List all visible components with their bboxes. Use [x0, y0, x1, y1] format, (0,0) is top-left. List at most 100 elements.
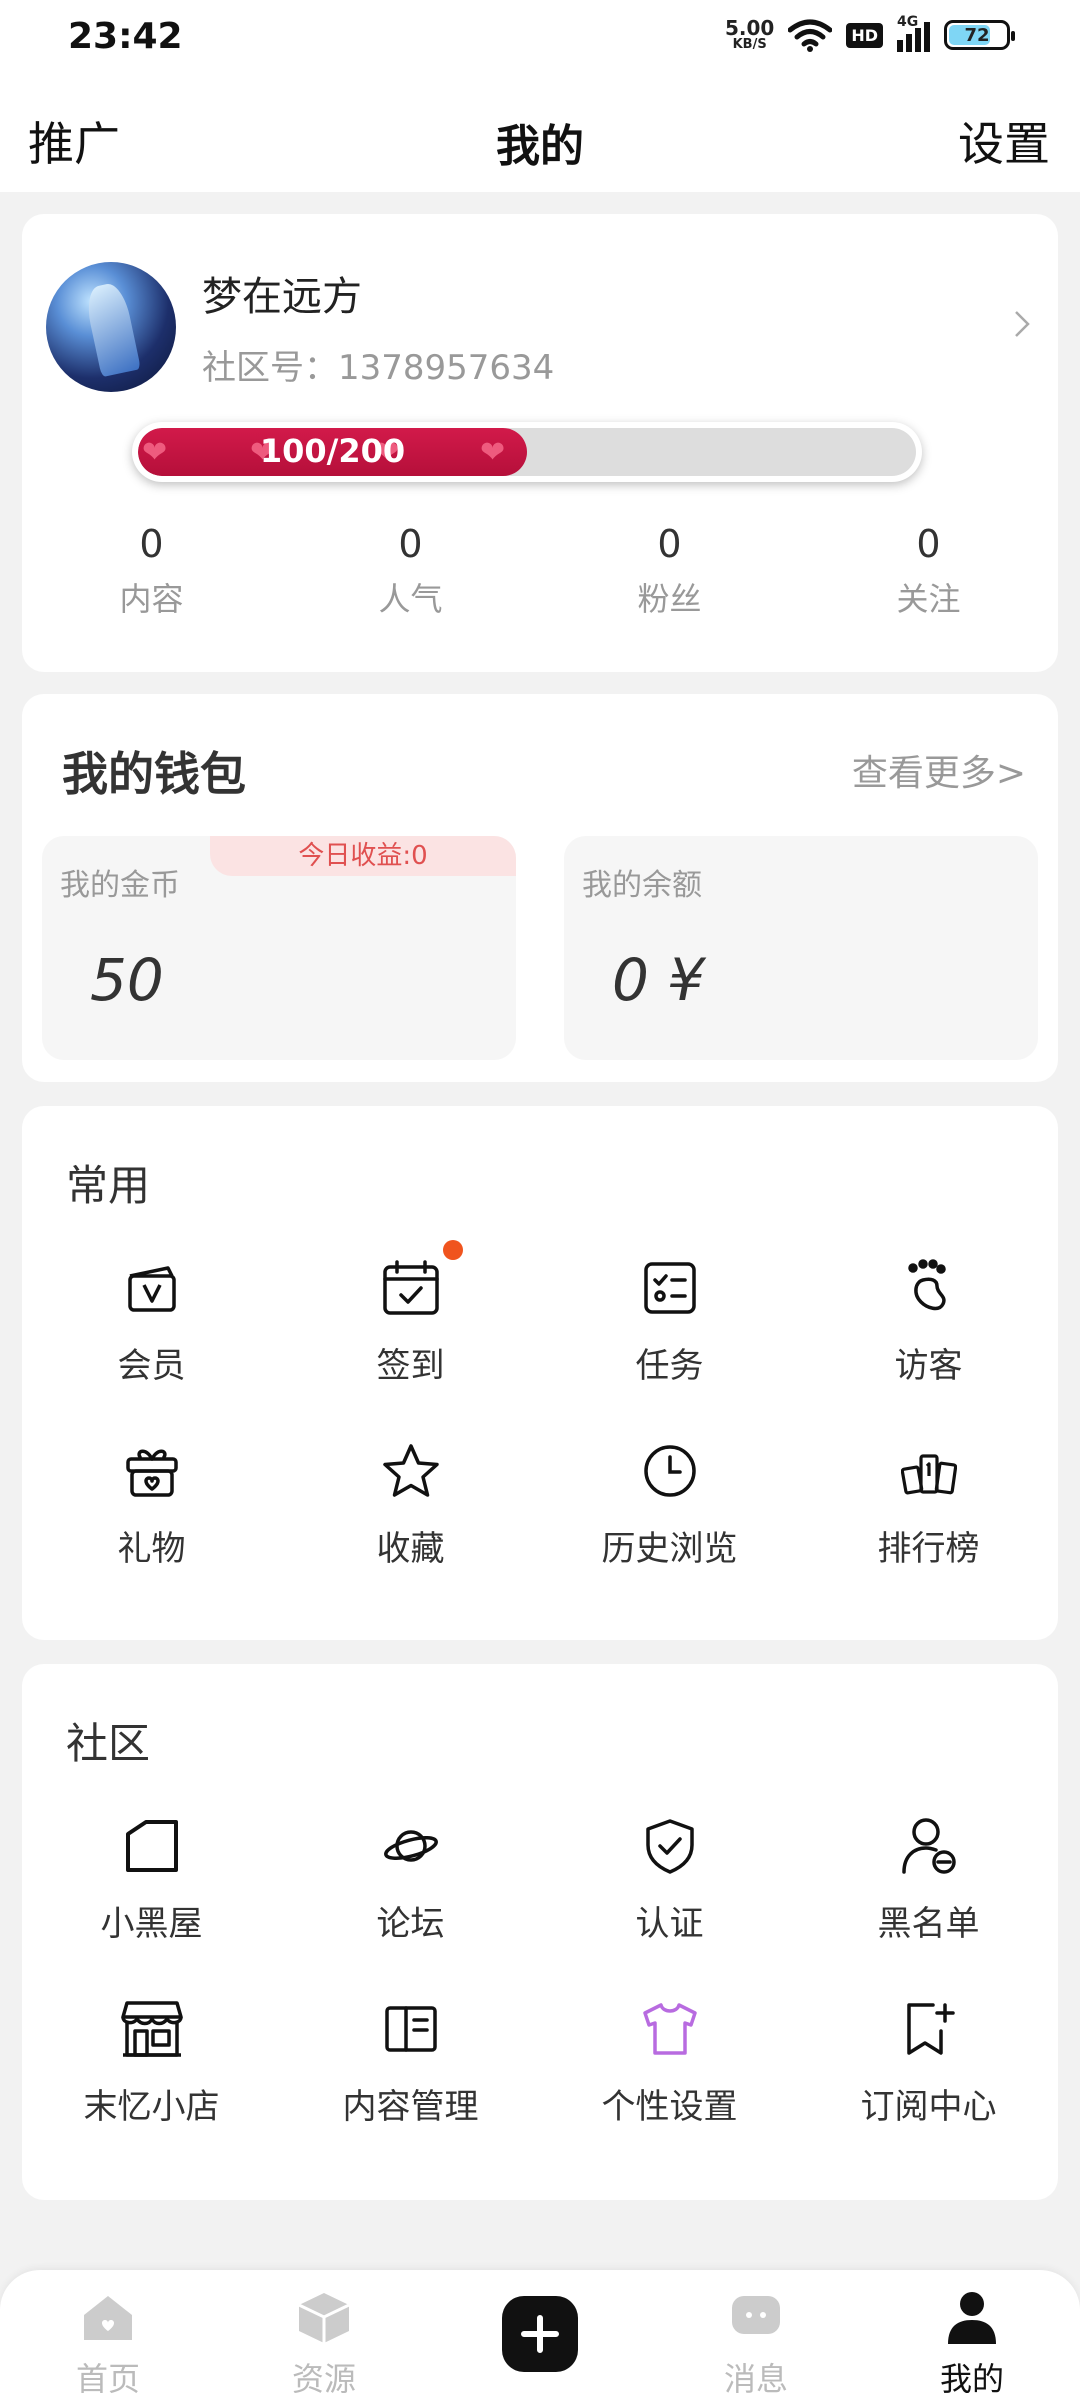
chat-icon [732, 2296, 780, 2334]
level-progress-text: 100/200 [259, 432, 406, 470]
battery-icon: 72 [944, 20, 1015, 50]
network-speed-unit: KB/S [732, 37, 767, 52]
coins-value: 50 [90, 946, 164, 1014]
stat-label: 粉丝 [637, 580, 702, 618]
grid-item-label: 任务 [635, 1346, 704, 1386]
status-bar: 23:42 5.00 KB/S HD 4G 72 [0, 0, 1080, 84]
avatar[interactable] [46, 262, 176, 392]
grid-item-label: 内容管理 [342, 2087, 479, 2127]
stat-content[interactable]: 0 内容 [22, 522, 281, 620]
status-indicators: 5.00 KB/S HD 4G 72 [725, 14, 1015, 52]
grid-item-label: 签到 [376, 1346, 445, 1386]
balance-box[interactable]: 我的余额 0 ¥ [564, 836, 1038, 1060]
grid-item-label: 末忆小店 [83, 2087, 220, 2127]
grid-item-blacklist[interactable]: 黑名单 [799, 1814, 1058, 1945]
community-id: 社区号：1378957634 [202, 348, 555, 388]
stat-popularity[interactable]: 0 人气 [281, 522, 540, 620]
shield-check-icon [645, 1819, 694, 1874]
profile-stats: 0 内容 0 人气 0 粉丝 0 关注 [22, 522, 1058, 620]
tab-label: 首页 [75, 2360, 140, 2398]
add-icon [521, 2315, 559, 2353]
grid-item-vip[interactable]: 会员 [22, 1256, 281, 1387]
bookmark-plus-icon [906, 2003, 955, 2055]
grid-item-favorites[interactable]: 收藏 [281, 1439, 540, 1570]
common-section: 常用 会员 签到 任务 访客 礼物 收藏 历史浏览 排行榜 [22, 1106, 1058, 1640]
add-button[interactable] [502, 2296, 578, 2372]
grid-item-gifts[interactable]: 礼物 [22, 1439, 281, 1570]
grid-item-blackroom[interactable]: 小黑屋 [22, 1814, 281, 1945]
grid-item-history[interactable]: 历史浏览 [540, 1439, 799, 1570]
network-speed: 5.00 KB/S [725, 18, 774, 52]
user-block-icon [901, 1818, 956, 1874]
tab-resources[interactable]: 资源 [216, 2270, 432, 2400]
tab-label: 我的 [939, 2360, 1004, 2398]
grid-item-ranking[interactable]: 排行榜 [799, 1439, 1058, 1570]
bottom-tab-bar: 首页 资源 消息 我的 [0, 2270, 1080, 2400]
stat-label: 人气 [378, 580, 443, 618]
grid-item-shop[interactable]: 末忆小店 [22, 1997, 281, 2128]
status-time: 23:42 [68, 16, 183, 57]
grid-item-label: 认证 [635, 1904, 704, 1944]
profile-card[interactable]: 梦在远方 社区号：1378957634 ❤ ❤ ❤ ❤ 100/200 0 内容… [22, 214, 1058, 672]
community-title: 社区 [66, 1719, 151, 1768]
chevron-right-icon[interactable] [1012, 308, 1032, 340]
planet-icon [383, 1830, 438, 1862]
gift-icon [125, 1449, 178, 1497]
tab-add[interactable] [432, 2270, 648, 2400]
wallet-card: 我的钱包 查看更多> 我的金币 今日收益:0 50 我的余额 0 ¥ [22, 694, 1058, 1082]
grid-item-label: 小黑屋 [100, 1904, 203, 1944]
stat-value: 0 [139, 522, 164, 566]
balance-value: 0 ¥ [612, 946, 705, 1014]
grid-item-label: 收藏 [376, 1529, 445, 1569]
star-icon [382, 1444, 439, 1497]
stat-fans[interactable]: 0 粉丝 [540, 522, 799, 620]
grid-item-checkin[interactable]: 签到 [281, 1240, 540, 1387]
grid-item-personalization[interactable]: 个性设置 [540, 1997, 799, 2128]
notification-dot [443, 1240, 463, 1260]
coins-box[interactable]: 我的金币 今日收益:0 50 [42, 836, 516, 1060]
coins-label: 我的金币 [60, 868, 180, 903]
clock-icon [643, 1445, 696, 1497]
today-earnings-badge: 今日收益:0 [210, 836, 516, 876]
community-grid: 小黑屋 论坛 认证 黑名单 末忆小店 内容管理 个性设置 订阅中心 [22, 1814, 1058, 2128]
checklist-icon [643, 1262, 696, 1314]
tab-label: 资源 [291, 2360, 356, 2398]
grid-item-label: 个性设置 [601, 2087, 738, 2127]
network-type: 4G [897, 14, 919, 30]
wallet-title: 我的钱包 [62, 747, 246, 801]
page-title: 我的 [496, 121, 584, 172]
tab-me[interactable]: 我的 [864, 2270, 1080, 2400]
book-icon [384, 2006, 437, 2052]
grid-item-label: 黑名单 [877, 1904, 980, 1944]
tab-messages[interactable]: 消息 [648, 2270, 864, 2400]
grid-item-tasks[interactable]: 任务 [540, 1256, 799, 1387]
grid-item-verification[interactable]: 认证 [540, 1814, 799, 1945]
user-nickname: 梦在远方 [202, 274, 362, 320]
grid-item-forum[interactable]: 论坛 [281, 1814, 540, 1945]
calendar-check-icon [382, 1260, 439, 1315]
grid-item-subscriptions[interactable]: 订阅中心 [799, 1997, 1058, 2128]
common-title: 常用 [66, 1161, 151, 1210]
balance-label: 我的余额 [582, 868, 702, 903]
person-icon [948, 2292, 996, 2344]
community-section: 社区 小黑屋 论坛 认证 黑名单 末忆小店 内容管理 个性设置 订阅中心 [22, 1664, 1058, 2200]
grid-item-visitors[interactable]: 访客 [799, 1256, 1058, 1387]
home-icon [84, 2296, 132, 2340]
common-grid: 会员 签到 任务 访客 礼物 收藏 历史浏览 排行榜 [22, 1240, 1058, 1570]
stat-label: 关注 [896, 580, 961, 618]
tab-label: 消息 [723, 2360, 788, 2398]
cellular-signal-icon: 4G [897, 14, 930, 52]
grid-item-label: 排行榜 [877, 1529, 980, 1569]
hd-badge: HD [846, 22, 883, 48]
grid-item-content-management[interactable]: 内容管理 [281, 1997, 540, 2128]
stat-following[interactable]: 0 关注 [799, 522, 1058, 620]
settings-button[interactable]: 设置 [958, 108, 1050, 174]
tab-home[interactable]: 首页 [0, 2270, 216, 2400]
stat-label: 内容 [119, 580, 184, 618]
top-header: 推广 我的 设置 [0, 84, 1080, 192]
stat-value: 0 [398, 522, 423, 566]
grid-item-label: 论坛 [376, 1904, 445, 1944]
wallet-more-link[interactable]: 查看更多> [852, 744, 1026, 796]
grid-item-label: 订阅中心 [860, 2087, 997, 2127]
level-progress-bar: ❤ ❤ ❤ ❤ 100/200 [132, 422, 922, 482]
